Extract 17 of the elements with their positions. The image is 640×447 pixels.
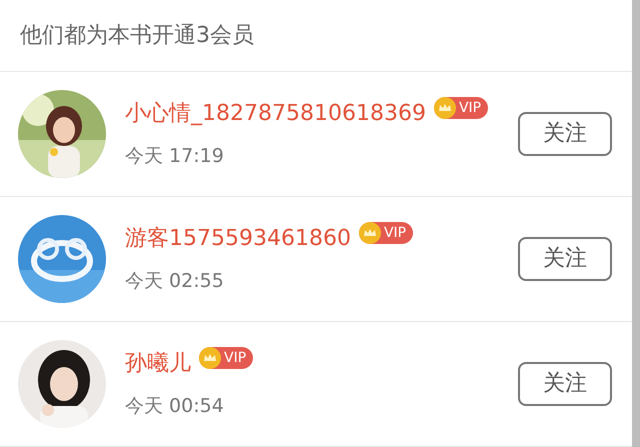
user-name[interactable]: 孙曦儿	[125, 347, 191, 380]
crown-icon	[358, 222, 381, 244]
timestamp: 今天 00:54	[125, 394, 225, 420]
vip-label: VIP	[458, 98, 482, 118]
vip-label: VIP	[224, 348, 246, 368]
crown-icon	[199, 347, 221, 370]
follow-button[interactable]: 关注	[518, 112, 612, 156]
user-name[interactable]: 小心情_1827875810618369	[125, 97, 426, 130]
follow-button[interactable]: 关注	[518, 236, 612, 281]
vip-label: VIP	[384, 224, 406, 243]
timestamp: 今天 02:55	[125, 269, 225, 294]
crown-icon	[434, 97, 456, 120]
scrollbar[interactable]	[632, 0, 640, 447]
section-title: 他们都为本书开通3会员	[20, 22, 254, 50]
timestamp: 今天 17:19	[125, 144, 225, 170]
user-name[interactable]: 游客1575593461860	[125, 222, 351, 256]
follow-button[interactable]: 关注	[518, 362, 612, 406]
